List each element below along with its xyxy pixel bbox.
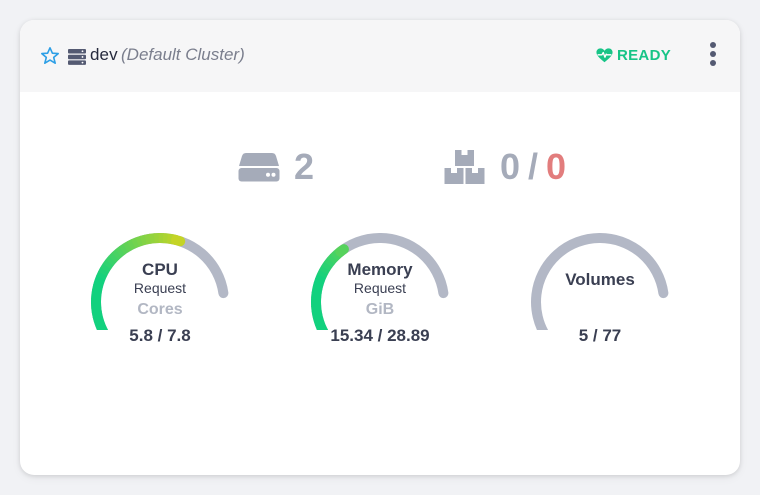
- pods-running-value: 0: [500, 146, 521, 187]
- cpu-gauge-fill: [131, 237, 140, 249]
- cpu-gauge-fill: [144, 233, 152, 245]
- pods-failed-value: 0: [546, 146, 567, 187]
- heartbeat-icon: [596, 47, 613, 62]
- cpu-gauge-fill: [122, 241, 133, 253]
- pod-count: 0 / 0: [444, 146, 566, 188]
- cpu-gauge-fill: [115, 246, 126, 258]
- volumes-gauge: Volumes 5 / 77: [526, 220, 674, 356]
- star-icon[interactable]: [40, 46, 60, 66]
- memory-gauge-value: 15.34 / 28.89: [330, 326, 430, 345]
- memory-gauge-subtitle: Request: [353, 280, 407, 296]
- cpu-gauge: CPU Request Cores 5.8 / 7.8: [86, 220, 234, 356]
- card-header: dev (Default Cluster) READY: [20, 20, 740, 92]
- status-badge: READY: [596, 45, 671, 65]
- cpu-gauge-fill: [139, 234, 148, 246]
- cpu-gauge-fill: [93, 318, 105, 327]
- hard-drive-icon: [238, 153, 280, 182]
- volumes-gauge-value: 5 / 77: [578, 326, 622, 345]
- cpu-gauge-fill: [118, 243, 129, 255]
- cpu-gauge-fill: [108, 252, 120, 263]
- cpu-gauge-title: CPU: [142, 260, 178, 279]
- cluster-card: dev (Default Cluster) READY 2 0 / 0 CPU …: [20, 20, 740, 475]
- more-vertical-icon[interactable]: [705, 42, 721, 66]
- memory-gauge: Memory Request GiB 15.34 / 28.89: [306, 220, 454, 356]
- boxes-icon: [444, 150, 485, 184]
- pods-separator: /: [528, 146, 539, 187]
- cpu-gauge-subtitle: Request: [133, 280, 187, 296]
- status-text: READY: [617, 46, 672, 64]
- server-icon: [68, 49, 86, 65]
- cpu-gauge-fill: [111, 249, 123, 260]
- volumes-gauge-title: Volumes: [565, 270, 635, 289]
- cpu-gauge-fill: [149, 233, 156, 244]
- node-count: 2: [238, 146, 314, 188]
- cpu-gauge-fill: [135, 235, 144, 247]
- cpu-gauge-fill: [171, 235, 186, 247]
- memory-gauge-unit: GiB: [365, 301, 395, 318]
- cpu-gauge-fill: [126, 239, 136, 251]
- cluster-subtitle: (Default Cluster): [121, 45, 245, 64]
- node-count-value: 2: [294, 146, 315, 187]
- memory-gauge-fill: [335, 244, 349, 257]
- memory-gauge-fill: [313, 317, 325, 326]
- cluster-name[interactable]: dev: [90, 45, 118, 65]
- cpu-gauge-unit: Cores: [137, 301, 183, 318]
- memory-gauge-title: Memory: [347, 260, 413, 279]
- cpu-gauge-value: 5.8 / 7.8: [129, 326, 191, 345]
